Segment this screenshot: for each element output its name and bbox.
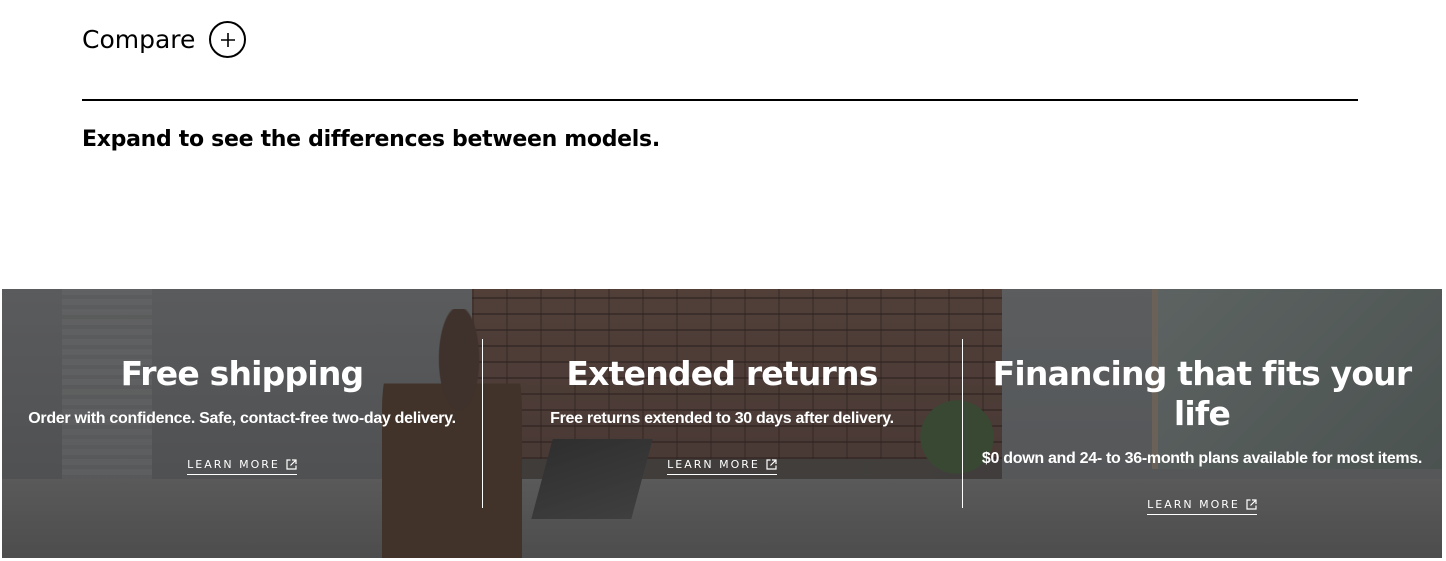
benefit-text: $0 down and 24- to 36-month plans availa…: [981, 450, 1423, 467]
compare-expand-button[interactable]: [209, 21, 247, 58]
learn-more-link-returns[interactable]: LEARN MORE: [667, 458, 777, 475]
learn-more-link-financing[interactable]: LEARN MORE: [1147, 498, 1257, 515]
benefit-text: Free returns extended to 30 days after d…: [550, 410, 894, 427]
external-link-icon: [766, 459, 777, 470]
benefit-title: Financing that fits your life: [992, 354, 1413, 433]
external-link-icon: [1246, 499, 1257, 510]
learn-more-label: LEARN MORE: [667, 458, 760, 471]
plus-icon: [220, 32, 235, 47]
benefits-banner: Free shipping Order with confidence. Saf…: [2, 289, 1442, 558]
compare-title: Compare: [82, 25, 196, 54]
benefit-panel-financing: Financing that fits your life $0 down an…: [962, 289, 1442, 558]
compare-description: Expand to see the differences between mo…: [82, 127, 660, 152]
benefit-panel-shipping: Free shipping Order with confidence. Saf…: [2, 289, 482, 558]
compare-section: Compare Expand to see the differences be…: [82, 0, 1358, 152]
compare-header: Compare: [82, 0, 1358, 101]
benefit-title: Free shipping: [120, 354, 364, 393]
learn-more-label: LEARN MORE: [187, 458, 280, 471]
learn-more-label: LEARN MORE: [1147, 498, 1240, 511]
external-link-icon: [286, 459, 297, 470]
learn-more-link-shipping[interactable]: LEARN MORE: [187, 458, 297, 475]
benefit-panel-returns: Extended returns Free returns extended t…: [482, 289, 962, 558]
benefit-text: Order with confidence. Safe, contact-fre…: [28, 410, 456, 427]
benefit-title: Extended returns: [566, 354, 878, 393]
